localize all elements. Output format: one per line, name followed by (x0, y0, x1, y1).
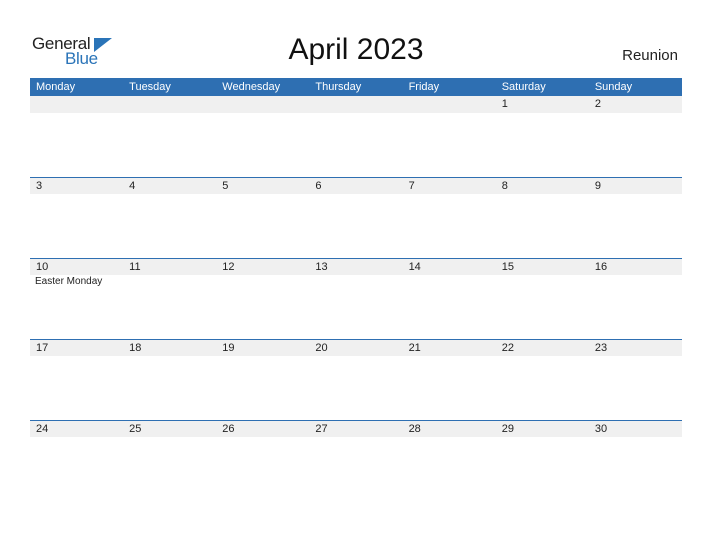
weekday-monday: Monday (36, 81, 76, 93)
holiday-label (309, 275, 402, 287)
week-row: 17 18 19 20 21 22 23 (30, 339, 682, 420)
day-number: 3 (36, 180, 43, 192)
holiday-label (216, 194, 309, 195)
country-label: Reunion (622, 47, 678, 64)
date-strip: 3 4 5 6 7 8 9 (30, 177, 682, 194)
day-number: 10 (36, 261, 49, 273)
day-number (30, 96, 123, 113)
holiday-label (216, 437, 309, 438)
events-row: Easter Monday (30, 275, 682, 287)
weekday-wednesday: Wednesday (222, 81, 281, 93)
day-number: 20 (315, 342, 328, 354)
day-number: 17 (36, 342, 49, 354)
holiday-label (403, 113, 496, 114)
holiday-label (496, 275, 589, 287)
holiday-label (123, 275, 216, 287)
week-row: 24 25 26 27 28 29 30 (30, 420, 682, 501)
day-number: 14 (408, 261, 421, 273)
holiday-label (589, 356, 682, 357)
day-number: 15 (501, 261, 514, 273)
holiday-label (589, 275, 682, 287)
day-number: 18 (129, 342, 142, 354)
week-row: 3 4 5 6 7 8 9 (30, 177, 682, 258)
holiday-label (496, 437, 589, 438)
events-row (30, 113, 682, 114)
holiday-label (309, 113, 402, 114)
day-number (216, 96, 309, 113)
day-number: 19 (222, 342, 235, 354)
day-number: 27 (315, 423, 328, 435)
holiday-label (123, 437, 216, 438)
day-number: 24 (36, 423, 49, 435)
holiday-label (123, 194, 216, 195)
holiday-label (496, 194, 589, 195)
date-strip: 24 25 26 27 28 29 30 (30, 420, 682, 437)
day-number: 30 (594, 423, 608, 435)
events-row (30, 194, 682, 195)
holiday-label (30, 194, 123, 195)
holiday-label (309, 194, 402, 195)
day-number: 6 (315, 180, 322, 192)
date-strip: 17 18 19 20 21 22 23 (30, 339, 682, 356)
holiday-label (496, 356, 589, 357)
day-number: 28 (408, 423, 421, 435)
weekday-header: Monday Tuesday Wednesday Thursday Friday… (30, 78, 682, 96)
holiday-label (496, 113, 589, 114)
holiday-label (216, 275, 309, 287)
weekday-friday: Friday (408, 81, 440, 93)
week-row: 12 (30, 96, 682, 177)
day-number: 8 (501, 180, 508, 192)
calendar-title: April 2023 (288, 33, 424, 66)
date-strip: 10 11 12 13 14 15 16 (30, 258, 682, 275)
weekday-saturday: Saturday (501, 81, 546, 93)
day-number: 2 (594, 98, 601, 110)
holiday-label (589, 194, 682, 195)
holiday-label (30, 356, 123, 357)
day-number: 23 (594, 342, 608, 354)
holiday-label (123, 113, 216, 114)
holiday-label (403, 356, 496, 357)
holiday-label (123, 356, 216, 357)
holiday-label (403, 194, 496, 195)
day-number: 12 (222, 261, 235, 273)
date-strip: 12 (30, 96, 682, 113)
weekday-tuesday: Tuesday (129, 81, 171, 93)
holiday-label (30, 113, 123, 114)
holiday-label (216, 113, 309, 114)
events-row (30, 437, 682, 438)
events-row (30, 356, 682, 357)
holiday-label (403, 437, 496, 438)
day-number: 21 (408, 342, 421, 354)
day-number (309, 96, 402, 113)
day-number: 29 (501, 423, 514, 435)
holiday-label (309, 437, 402, 438)
day-number (403, 96, 496, 113)
holiday-label (589, 113, 682, 114)
week-row: 10 11 12 13 14 15 16 Easter Monday (30, 258, 682, 339)
day-number: 11 (129, 261, 141, 273)
day-number: 26 (222, 423, 235, 435)
day-number: 9 (594, 180, 601, 192)
day-number: 22 (501, 342, 514, 354)
day-number (123, 96, 216, 113)
day-number: 4 (129, 180, 136, 192)
day-number: 25 (129, 423, 142, 435)
day-number: 5 (222, 180, 229, 192)
day-number: 7 (408, 180, 415, 192)
holiday-label (589, 437, 682, 438)
holiday-label: Easter Monday (35, 276, 103, 287)
holiday-label (309, 356, 402, 357)
weekday-sunday: Sunday (594, 81, 633, 93)
holiday-label (30, 437, 123, 438)
weekday-thursday: Thursday (315, 81, 362, 93)
day-number: 13 (315, 261, 328, 273)
day-number: 16 (594, 261, 608, 273)
holiday-label (216, 356, 309, 357)
day-number: 1 (501, 98, 508, 110)
holiday-label (403, 275, 496, 287)
